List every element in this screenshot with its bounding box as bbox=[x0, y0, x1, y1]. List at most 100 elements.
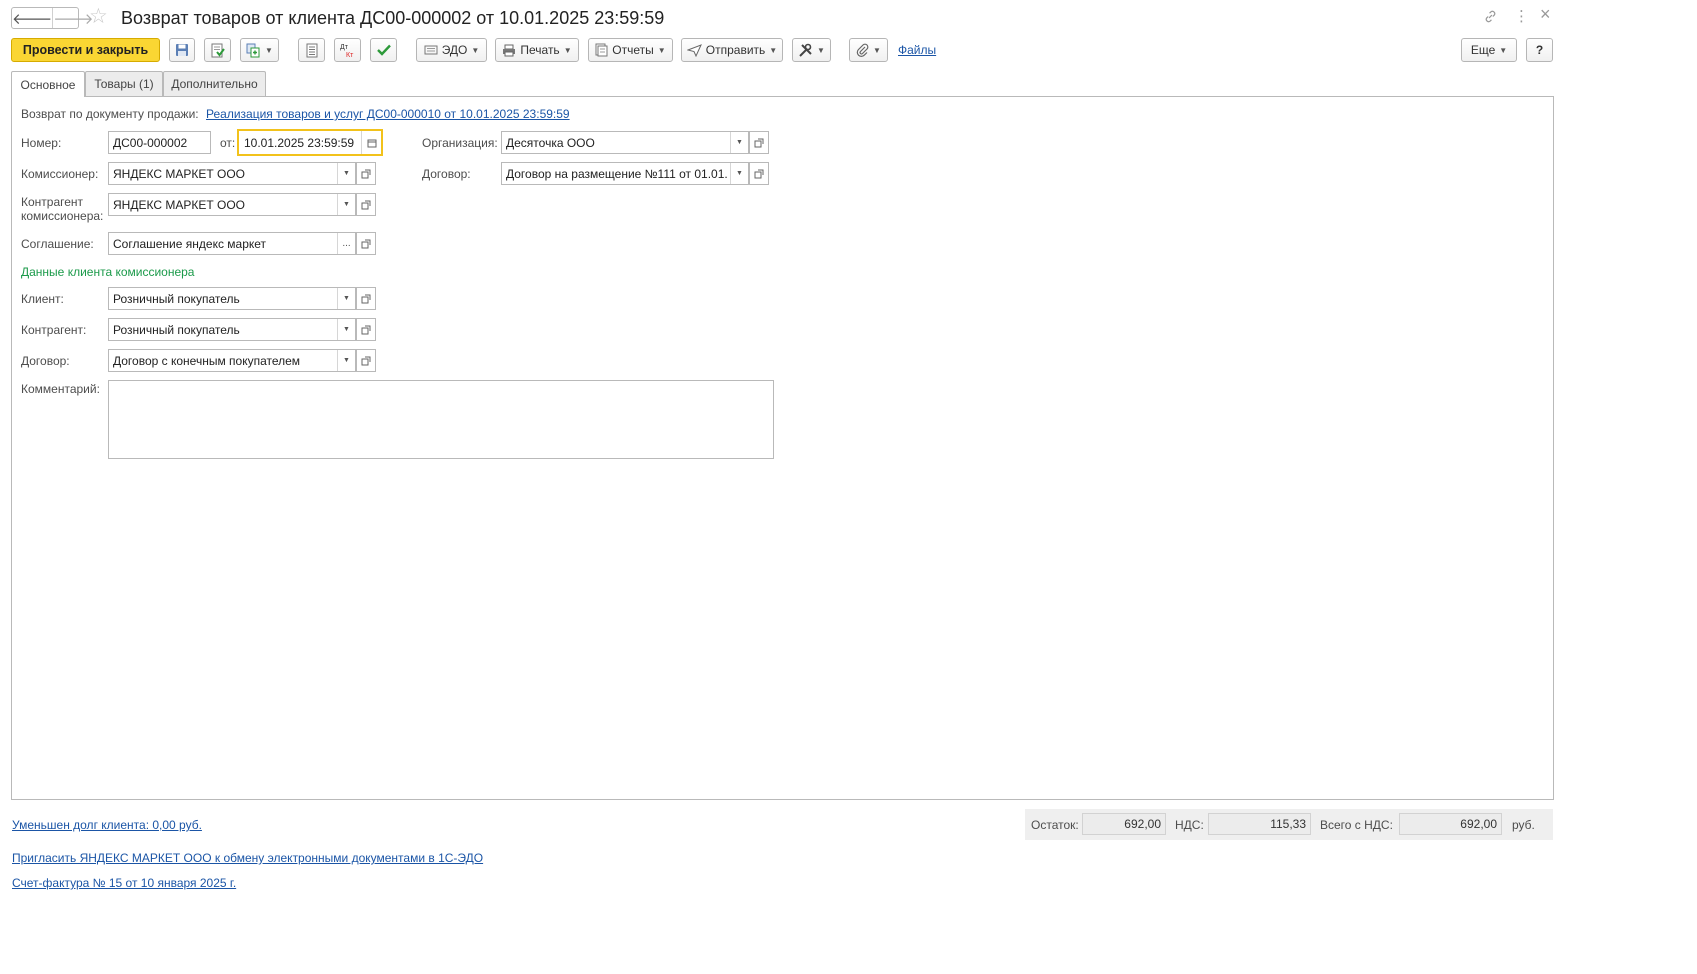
open-agreement-icon[interactable] bbox=[356, 232, 376, 255]
balance-value: 692,00 bbox=[1082, 813, 1166, 835]
client-contract-value: Договор с конечным покупателем bbox=[113, 353, 301, 368]
reports-button[interactable]: Отчеты ▼ bbox=[588, 38, 673, 62]
org-field[interactable]: Десяточка ООО ▼ bbox=[501, 131, 749, 154]
debt-link[interactable]: Уменьшен долг клиента: 0,00 руб. bbox=[12, 818, 202, 832]
post-and-close-button[interactable]: Провести и закрыть bbox=[11, 38, 160, 62]
open-counterparty-icon[interactable] bbox=[356, 318, 376, 341]
svg-text:Дт: Дт bbox=[340, 44, 349, 51]
currency-label: руб. bbox=[1512, 818, 1535, 832]
print-label: Печать bbox=[520, 43, 560, 57]
star-icon[interactable]: ☆ bbox=[89, 6, 108, 28]
counterparty-comm-label: Контрагент комиссионера: bbox=[21, 195, 103, 223]
date-field[interactable]: 10.01.2025 23:59:59 bbox=[237, 129, 383, 156]
more-button[interactable]: Еще ▼ bbox=[1461, 38, 1517, 62]
invite-edo-link[interactable]: Пригласить ЯНДЕКС МАРКЕТ ООО к обмену эл… bbox=[12, 851, 483, 865]
page-title: Возврат товаров от клиента ДС00-000002 о… bbox=[121, 8, 665, 28]
contract-field[interactable]: Договор на размещение №111 от 01.01. ▼ bbox=[501, 162, 749, 185]
open-org-icon[interactable] bbox=[749, 131, 769, 154]
tab-additional[interactable]: Дополнительно bbox=[163, 71, 266, 96]
commissioner-label: Комиссионер: bbox=[21, 167, 99, 181]
comment-label: Комментарий: bbox=[21, 382, 100, 396]
printer-icon bbox=[503, 44, 516, 56]
client-label: Клиент: bbox=[21, 292, 64, 306]
post-button[interactable] bbox=[204, 38, 231, 62]
agreement-label: Соглашение: bbox=[21, 237, 94, 251]
open-client-contract-icon[interactable] bbox=[356, 349, 376, 372]
send-icon bbox=[686, 43, 702, 57]
tab-main[interactable]: Основное bbox=[11, 71, 85, 97]
help-button[interactable]: ? bbox=[1526, 38, 1553, 62]
dt-kt-icon: ДтКт bbox=[340, 44, 354, 58]
client-contract-field[interactable]: Договор с конечным покупателем ▼ bbox=[108, 349, 356, 372]
contract-label: Договор: bbox=[422, 167, 471, 181]
send-label: Отправить bbox=[705, 43, 766, 57]
contract-value: Договор на размещение №111 от 01.01. bbox=[506, 166, 728, 181]
more-label: Еще bbox=[1470, 43, 1496, 57]
chevron-down-icon: ▼ bbox=[471, 45, 480, 55]
reports-label: Отчеты bbox=[612, 43, 654, 57]
settings-button[interactable]: ▼ bbox=[792, 38, 831, 62]
counterparty-comm-value: ЯНДЕКС МАРКЕТ ООО bbox=[113, 197, 245, 212]
check-button[interactable] bbox=[370, 38, 397, 62]
number-field[interactable]: ДС00-000002 bbox=[108, 131, 211, 154]
navigation-buttons: 🡐 🡒 bbox=[11, 7, 93, 29]
open-counterparty-comm-icon[interactable] bbox=[356, 193, 376, 216]
create-based-on-icon bbox=[246, 43, 260, 57]
chevron-down-icon[interactable]: ▼ bbox=[337, 194, 355, 215]
chevron-down-icon: ▼ bbox=[563, 45, 572, 55]
invoice-link[interactable]: Счет-фактура № 15 от 10 января 2025 г. bbox=[12, 876, 236, 890]
kebab-menu-icon[interactable]: ⋮ bbox=[1514, 9, 1529, 25]
print-button[interactable]: Печать ▼ bbox=[495, 38, 579, 62]
attach-file-button[interactable]: ▼ bbox=[849, 38, 888, 62]
comment-textarea[interactable] bbox=[108, 380, 774, 459]
commissioner-field[interactable]: ЯНДЕКС МАРКЕТ ООО ▼ bbox=[108, 162, 356, 185]
open-commissioner-icon[interactable] bbox=[356, 162, 376, 185]
open-contract-icon[interactable] bbox=[749, 162, 769, 185]
save-button[interactable] bbox=[169, 38, 195, 62]
chevron-down-icon[interactable]: ▼ bbox=[337, 288, 355, 309]
org-value: Десяточка ООО bbox=[506, 135, 595, 150]
client-field[interactable]: Розничный покупатель ▼ bbox=[108, 287, 356, 310]
create-based-on-button[interactable]: ▼ bbox=[240, 38, 279, 62]
return-doc-link[interactable]: Реализация товаров и услуг ДС00-000010 о… bbox=[206, 107, 570, 121]
post-document-icon bbox=[211, 43, 225, 57]
chevron-down-icon[interactable]: ▼ bbox=[730, 163, 748, 184]
checkmark-icon bbox=[376, 44, 391, 56]
files-link[interactable]: Файлы bbox=[898, 43, 936, 57]
calendar-icon[interactable] bbox=[361, 131, 381, 154]
send-button[interactable]: Отправить ▼ bbox=[681, 38, 783, 62]
return-doc-label: Возврат по документу продажи: bbox=[21, 107, 199, 121]
client-value: Розничный покупатель bbox=[113, 291, 240, 306]
counterparty-comm-field[interactable]: ЯНДЕКС МАРКЕТ ООО ▼ bbox=[108, 193, 356, 216]
document-list-icon bbox=[306, 43, 317, 57]
counterparty-label: Контрагент: bbox=[21, 323, 87, 337]
total-value: 692,00 bbox=[1399, 813, 1502, 835]
org-label: Организация: bbox=[422, 136, 498, 150]
chevron-down-icon[interactable]: ▼ bbox=[337, 350, 355, 371]
close-icon[interactable]: × bbox=[1540, 5, 1551, 23]
svg-text:Кт: Кт bbox=[346, 52, 354, 58]
link-icon[interactable] bbox=[1483, 9, 1498, 24]
agreement-field[interactable]: Соглашение яндекс маркет ... bbox=[108, 232, 356, 255]
balance-label: Остаток: bbox=[1031, 818, 1079, 832]
edo-button[interactable]: ЭДО ▼ bbox=[416, 38, 487, 62]
chevron-down-icon[interactable]: ▼ bbox=[337, 319, 355, 340]
forward-arrow-icon[interactable]: 🡒 bbox=[52, 8, 93, 28]
paperclip-icon bbox=[856, 43, 869, 57]
chevron-down-icon: ▼ bbox=[657, 45, 666, 55]
date-label: от: bbox=[220, 136, 236, 150]
reports-icon bbox=[595, 43, 608, 57]
chevron-down-icon[interactable]: ▼ bbox=[730, 132, 748, 153]
counterparty-comm-label-line1: Контрагент bbox=[21, 195, 84, 209]
chevron-down-icon: ▼ bbox=[817, 45, 825, 55]
select-ellipsis-button[interactable]: ... bbox=[337, 233, 355, 254]
tab-goods[interactable]: Товары (1) bbox=[85, 71, 163, 96]
document-structure-button[interactable] bbox=[298, 38, 325, 62]
open-client-icon[interactable] bbox=[356, 287, 376, 310]
counterparty-field[interactable]: Розничный покупатель ▼ bbox=[108, 318, 356, 341]
chevron-down-icon[interactable]: ▼ bbox=[337, 163, 355, 184]
total-label: Всего с НДС: bbox=[1320, 818, 1393, 832]
back-arrow-icon[interactable]: 🡐 bbox=[12, 8, 52, 28]
vat-label: НДС: bbox=[1175, 818, 1204, 832]
dt-kt-button[interactable]: Дт Кт bbox=[334, 38, 361, 62]
